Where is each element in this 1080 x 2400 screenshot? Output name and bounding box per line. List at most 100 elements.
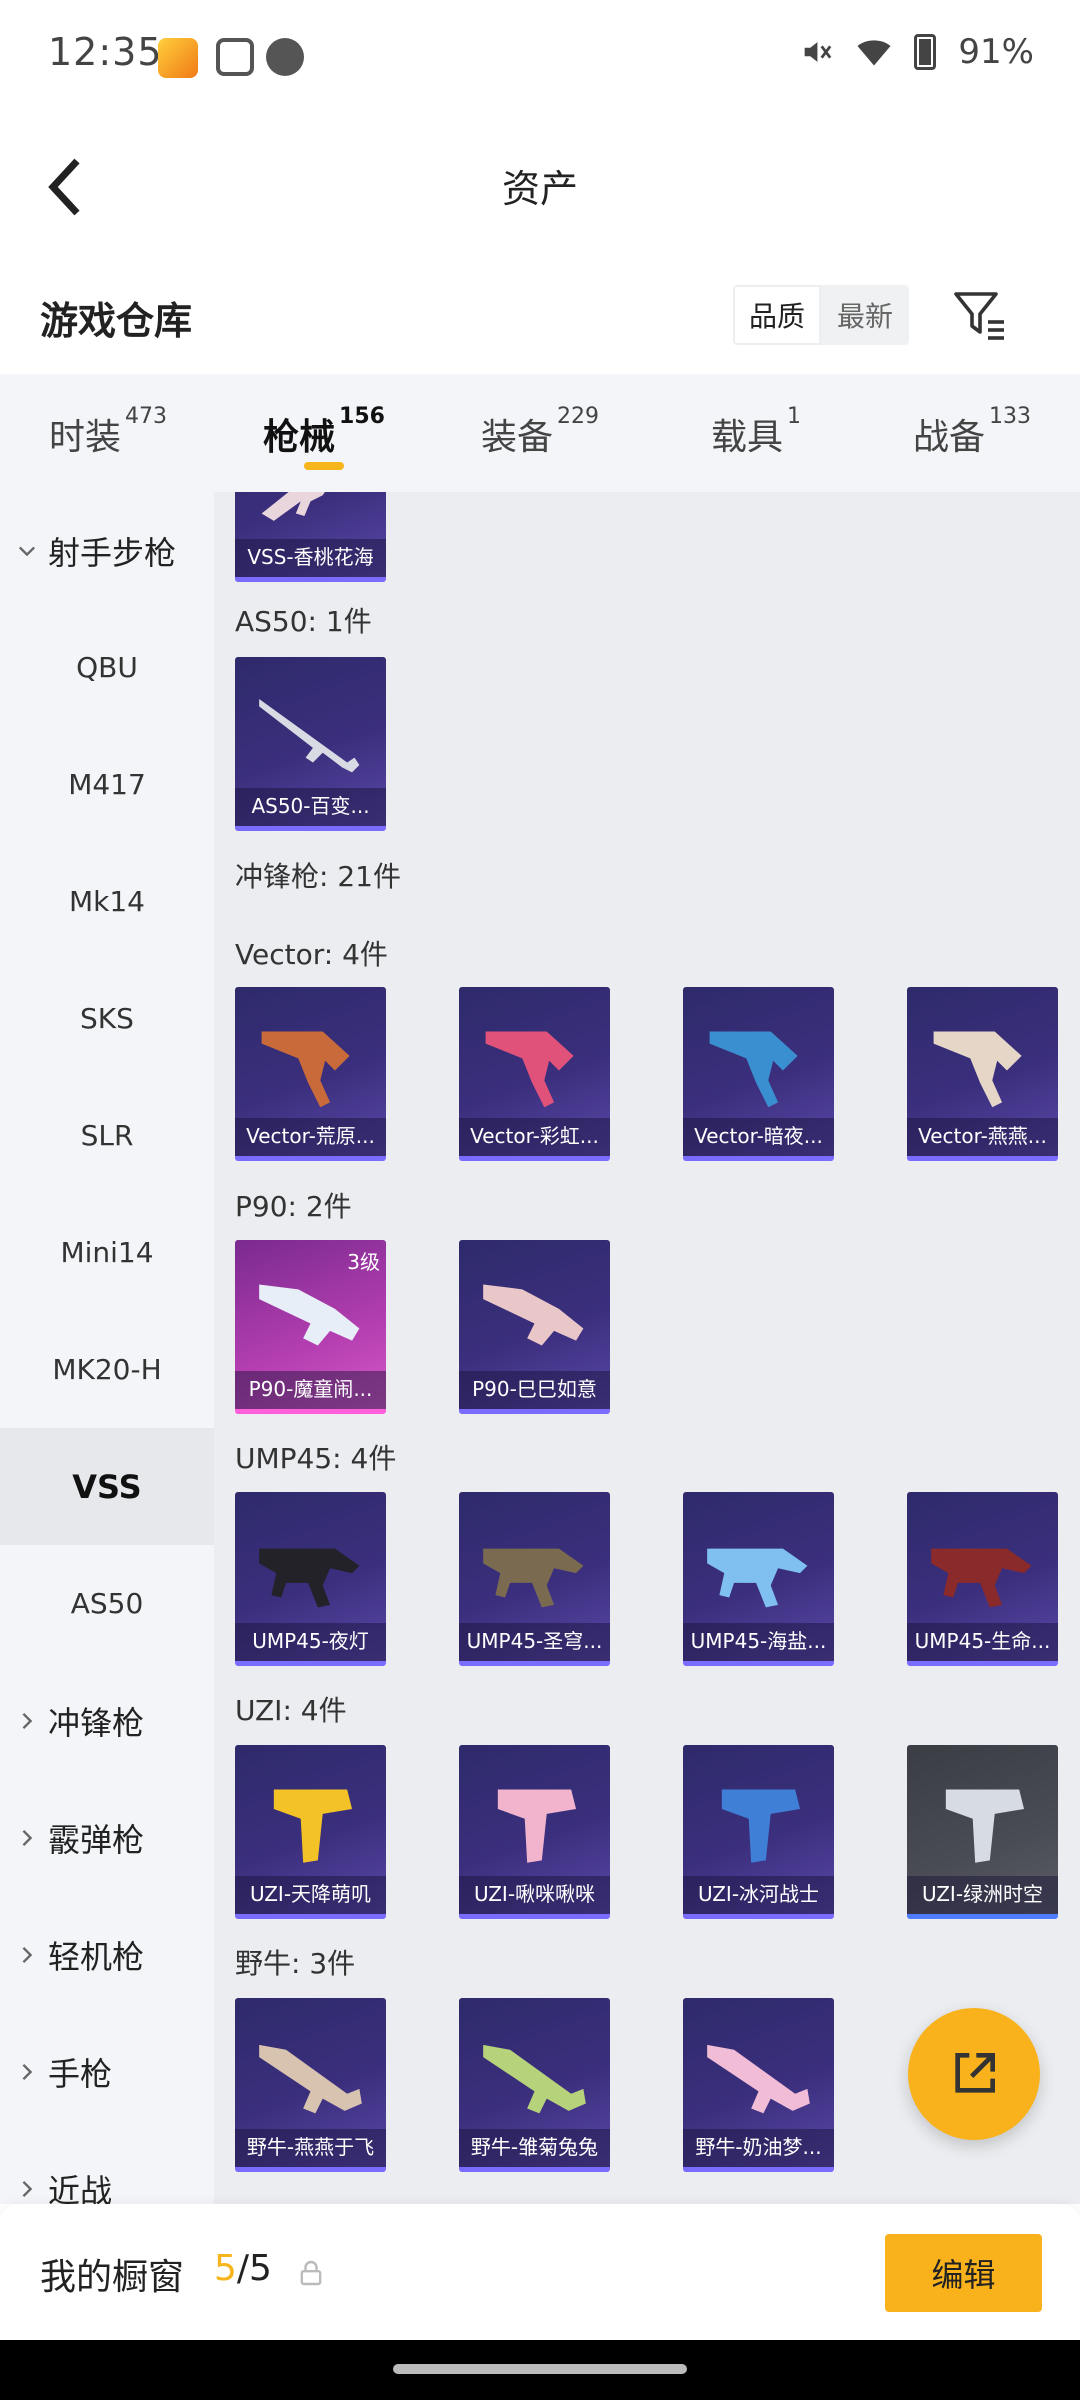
sort-quality-button[interactable]: 品质 [733,285,821,345]
weapon-card-label: Vector-燕燕... [907,1118,1058,1156]
weapon-card[interactable]: UMP45-夜灯 [235,1492,386,1666]
tab-label: 枪械 [263,417,336,458]
weapon-image [259,1548,360,1608]
group-label-smg: 冲锋枪: 21件 [235,860,401,893]
tab-weapons[interactable]: 枪械156 [216,374,432,492]
tab-label: 战备 [912,417,985,458]
group-label-vector: Vector: 4件 [235,938,388,971]
share-fab-button[interactable] [908,2008,1040,2140]
weapon-image [485,1031,574,1108]
sidebar-item-slr[interactable]: SLR [0,1077,214,1194]
edit-button[interactable]: 编辑 [885,2234,1042,2312]
group-label-p90: P90: 2件 [235,1190,352,1223]
weapon-image [483,2044,586,2114]
tab-label: 装备 [480,417,553,458]
group-label-bizon: 野牛: 3件 [235,1947,356,1980]
sidebar-category-pistol[interactable]: 手枪 [0,2013,214,2130]
tab-outfit[interactable]: 时装473 [0,374,216,492]
weapon-card[interactable]: 野牛-燕燕于飞 [235,1998,386,2172]
battery-icon [914,34,937,70]
weapon-card[interactable]: UMP45-生命... [907,1492,1058,1666]
sidebar-category-label: 手枪 [48,2054,113,2093]
weapon-card[interactable]: 3级 P90-魔童闹... [235,1240,386,1414]
status-time: 12:35 [48,30,163,74]
weapon-type-sidebar: 射手步枪 QBU M417 Mk14 SKS SLR Mini14 MK20-H… [0,492,214,2204]
weapon-card-label: UMP45-圣穹... [459,1623,610,1661]
weapon-card[interactable]: UZI-啾咪啾咪 [459,1745,610,1919]
sidebar-category-label: 射手步枪 [48,533,177,572]
chevron-right-icon [22,1946,33,1963]
weapon-card-label: UMP45-海盐... [683,1623,834,1661]
sort-toggle: 品质 最新 [733,285,909,345]
tab-count: 473 [125,404,167,429]
weapon-card[interactable]: 野牛-奶油梦... [683,1998,834,2172]
weapon-image [709,1031,798,1108]
weapon-card-label: UMP45-夜灯 [235,1623,386,1661]
weapon-card-label: Vector-彩虹... [459,1118,610,1156]
weapon-card[interactable]: Vector-暗夜... [683,987,834,1161]
sidebar-item-mini14[interactable]: Mini14 [0,1194,214,1311]
weapon-image [259,2044,362,2114]
weapon-card[interactable]: AS50-百变... [235,657,386,831]
weapon-image [261,1031,350,1108]
weapon-card[interactable]: VSS-香桃花海 [235,492,386,582]
sidebar-item-sks[interactable]: SKS [0,960,214,1077]
phone-sync-icon [216,38,254,76]
weapon-card[interactable]: P90-巳巳如意 [459,1240,610,1414]
group-label-uzi: UZI: 4件 [235,1694,347,1727]
system-nav-bar [0,2340,1080,2400]
sidebar-item-mk14[interactable]: Mk14 [0,843,214,960]
weapon-card[interactable]: UZI-冰河战士 [683,1745,834,1919]
weapon-card-label: UMP45-生命... [907,1623,1058,1661]
active-tab-indicator [304,462,344,470]
showcase-total: /5 [236,2248,272,2289]
page-title: 资产 [501,167,578,211]
app-notification-icon [158,38,198,78]
filter-button[interactable] [948,282,1012,346]
weapon-card[interactable]: UZI-天降萌叽 [235,1745,386,1919]
sidebar-category-melee[interactable]: 近战 [0,2130,214,2204]
tab-equipment[interactable]: 装备229 [432,374,648,492]
app-header: 资产 [0,112,1080,260]
tab-supplies[interactable]: 战备133 [864,374,1080,492]
sidebar-item-vss[interactable]: VSS [0,1428,214,1545]
tab-count: 229 [557,404,599,429]
tab-vehicles[interactable]: 载具1 [648,374,864,492]
weapon-card[interactable]: UMP45-海盐... [683,1492,834,1666]
weapon-image [483,1284,584,1346]
weapon-card[interactable]: Vector-燕燕... [907,987,1058,1161]
sidebar-item-mk20h[interactable]: MK20-H [0,1311,214,1428]
weapon-card[interactable]: UZI-绿洲时空 [907,1745,1058,1919]
sidebar-category-smg[interactable]: 冲锋枪 [0,1662,214,1779]
weapon-card-label: UZI-冰河战士 [683,1876,834,1914]
chevron-right-icon [22,2180,33,2197]
weapon-card-label: UZI-绿洲时空 [907,1876,1058,1914]
tab-label: 时装 [48,417,121,458]
weapon-card-label: AS50-百变... [235,788,386,826]
weapon-image [707,1548,808,1608]
weapon-image [483,1548,584,1608]
chevron-right-icon [22,1829,33,1846]
weapon-image [259,699,360,773]
status-icons: 91% [798,32,1034,72]
weapon-card-label: Vector-荒原... [235,1118,386,1156]
weapon-card[interactable]: Vector-彩虹... [459,987,610,1161]
weapon-card[interactable]: UMP45-圣穹... [459,1492,610,1666]
sidebar-category-label: 霰弹枪 [48,1820,145,1859]
weapon-card[interactable]: Vector-荒原... [235,987,386,1161]
sidebar-item-m417[interactable]: M417 [0,726,214,843]
weapon-card[interactable]: 野牛-雏菊兔兔 [459,1998,610,2172]
sort-newest-button[interactable]: 最新 [821,285,909,345]
sidebar-category-shotgun[interactable]: 霰弹枪 [0,1779,214,1896]
sidebar-item-qbu[interactable]: QBU [0,609,214,726]
wifi-icon [856,34,892,70]
home-gesture-handle[interactable] [393,2364,687,2374]
tab-count: 133 [989,404,1031,429]
sidebar-category-lmg[interactable]: 轻机枪 [0,1896,214,2013]
tab-count: 156 [339,404,385,429]
sidebar-category-marksman[interactable]: 射手步枪 [0,492,214,609]
weapon-image [273,1789,353,1863]
calendar-icon [266,38,304,76]
weapon-card-label: 野牛-奶油梦... [683,2129,834,2167]
sidebar-item-as50[interactable]: AS50 [0,1545,214,1662]
